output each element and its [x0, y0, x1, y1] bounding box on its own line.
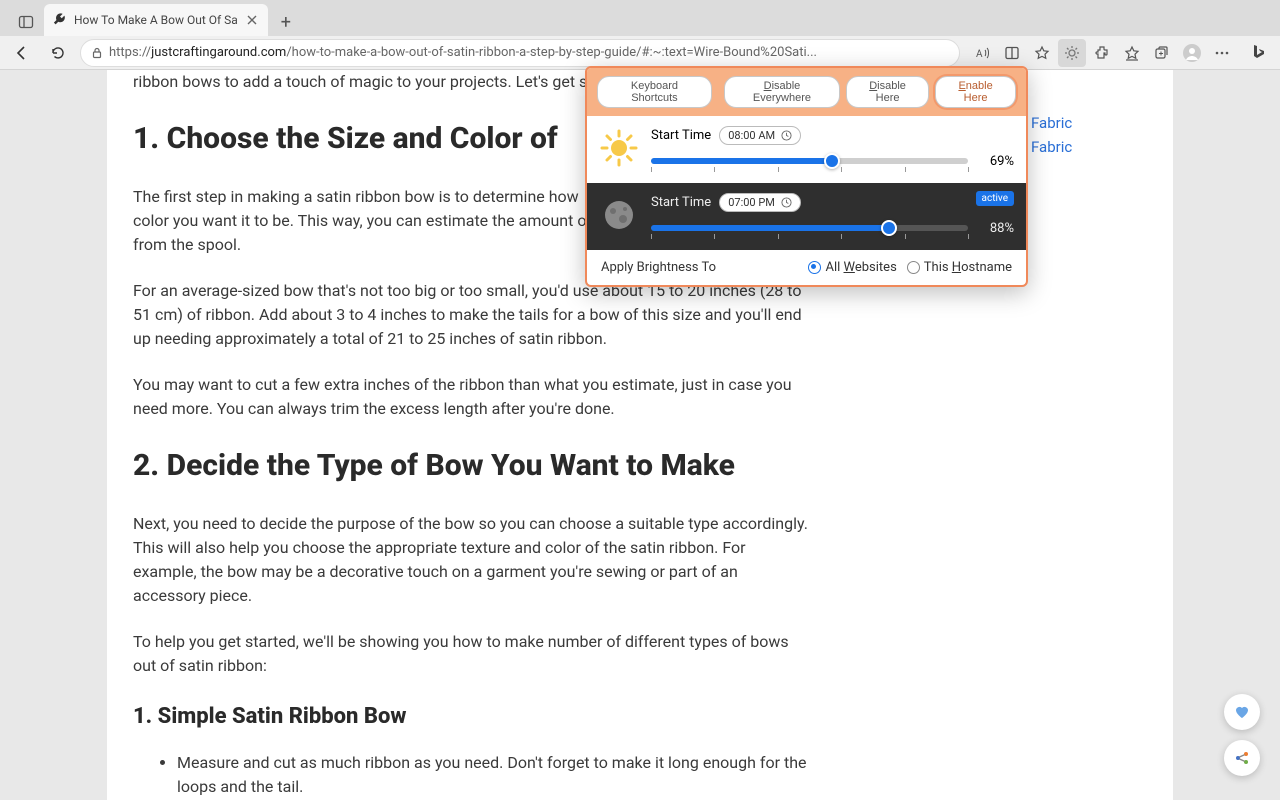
url-text: https://justcraftingaround.com/how-to-ma…: [109, 45, 949, 60]
sidebar-link[interactable]: Fabric: [1031, 114, 1072, 132]
start-time-label: Start Time: [651, 195, 711, 210]
apply-brightness-row: Apply Brightness To All Websites This Ho…: [587, 250, 1026, 285]
apply-label: Apply Brightness To: [601, 260, 716, 275]
profile-icon[interactable]: [1178, 39, 1206, 67]
bing-icon[interactable]: [1244, 39, 1272, 67]
steps-list: Measure and cut as much ribbon as you ne…: [133, 751, 811, 800]
night-brightness-value: 88%: [978, 221, 1014, 236]
clock-icon: [781, 197, 792, 208]
night-brightness-slider[interactable]: [651, 220, 968, 236]
more-icon[interactable]: [1208, 39, 1236, 67]
keyboard-shortcuts-button[interactable]: Keyboard Shortcuts: [597, 76, 712, 108]
day-brightness-value: 69%: [978, 154, 1014, 169]
paragraph: To help you get started, we'll be showin…: [133, 630, 811, 678]
extensions-icon[interactable]: [1088, 39, 1116, 67]
wrench-icon: [52, 12, 68, 28]
tab-actions-button[interactable]: [12, 8, 40, 36]
night-settings-row: active Start Time 07:00 PM: [587, 183, 1026, 250]
all-websites-radio[interactable]: All Websites: [808, 260, 896, 275]
brightness-extension-icon[interactable]: [1058, 39, 1086, 67]
svg-text:A: A: [976, 49, 983, 60]
list-item: Measure and cut as much ribbon as you ne…: [177, 751, 811, 799]
favorite-star-icon[interactable]: [1028, 39, 1056, 67]
favorite-heart-button[interactable]: [1224, 694, 1260, 730]
share-button[interactable]: [1224, 740, 1260, 776]
reader-icon[interactable]: [998, 39, 1026, 67]
browser-tab[interactable]: How To Make A Bow Out Of Sa: [44, 4, 268, 36]
tab-strip: How To Make A Bow Out Of Sa +: [0, 0, 1280, 36]
favorites-bar-icon[interactable]: [1118, 39, 1146, 67]
brightness-extension-popup: Keyboard Shortcuts Disable Everywhere Di…: [585, 66, 1028, 287]
day-settings-row: Start Time 08:00 AM 69%: [587, 116, 1026, 183]
read-aloud-icon[interactable]: A: [968, 39, 996, 67]
tab-title: How To Make A Bow Out Of Sa: [74, 13, 238, 27]
popup-header: Keyboard Shortcuts Disable Everywhere Di…: [587, 68, 1026, 116]
paragraph: You may want to cut a few extra inches o…: [133, 373, 811, 421]
active-badge: active: [976, 191, 1014, 206]
paragraph: For an average-sized bow that's not too …: [133, 279, 811, 351]
disable-here-button[interactable]: Disable Here: [846, 76, 929, 108]
sidebar-links: Fabric Fabric: [1031, 114, 1072, 162]
start-time-label: Start Time: [651, 128, 711, 143]
heading-bow-type: 2. Decide the Type of Bow You Want to Ma…: [133, 443, 811, 488]
night-time-input[interactable]: 07:00 PM: [719, 193, 801, 212]
close-tab-icon[interactable]: [244, 12, 260, 28]
refresh-button[interactable]: [44, 39, 72, 67]
subheading-simple-bow: 1. Simple Satin Ribbon Bow: [133, 700, 811, 733]
day-brightness-slider[interactable]: [651, 153, 968, 169]
clock-icon: [781, 130, 792, 141]
moon-icon: [599, 195, 639, 235]
lock-icon: [91, 47, 103, 59]
enable-here-button[interactable]: Enable Here: [935, 76, 1016, 108]
new-tab-button[interactable]: +: [272, 8, 300, 36]
paragraph: Next, you need to decide the purpose of …: [133, 512, 811, 608]
this-hostname-radio[interactable]: This Hostname: [907, 260, 1012, 275]
sun-icon: [599, 128, 639, 168]
toolbar: https://justcraftingaround.com/how-to-ma…: [0, 36, 1280, 70]
collections-icon[interactable]: [1148, 39, 1176, 67]
sidebar-link[interactable]: Fabric: [1031, 138, 1072, 156]
disable-everywhere-button[interactable]: Disable Everywhere: [724, 76, 840, 108]
back-button[interactable]: [8, 39, 36, 67]
day-time-input[interactable]: 08:00 AM: [719, 126, 801, 145]
address-bar[interactable]: https://justcraftingaround.com/how-to-ma…: [80, 39, 960, 67]
browser-chrome: How To Make A Bow Out Of Sa + https://ju…: [0, 0, 1280, 70]
